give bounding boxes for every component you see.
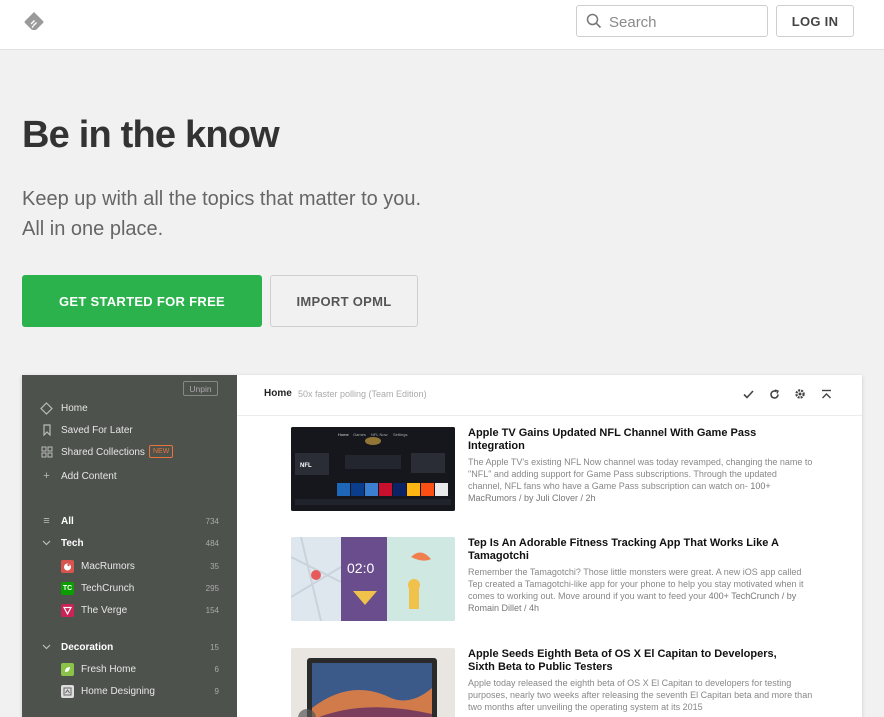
macrumors-icon bbox=[61, 559, 74, 573]
plus-icon: + bbox=[43, 470, 50, 482]
refresh-icon[interactable] bbox=[767, 387, 781, 401]
unread-count: 295 bbox=[205, 583, 219, 593]
sidebar-feed-fresh-home[interactable]: Fresh Home 6 bbox=[22, 660, 237, 678]
search-icon bbox=[586, 13, 602, 29]
unread-count: 9 bbox=[214, 686, 219, 696]
sidebar-item-label: Shared Collections bbox=[61, 446, 145, 458]
import-opml-button[interactable]: IMPORT OPML bbox=[270, 275, 418, 327]
new-badge: NEW bbox=[149, 445, 174, 458]
sidebar-item-label: The Verge bbox=[81, 604, 128, 616]
bookmark-icon bbox=[40, 424, 53, 437]
preview-sidebar: Unpin Home Saved For Later Shared Collec… bbox=[22, 375, 237, 717]
article-thumbnail bbox=[291, 648, 455, 717]
unread-count: 6 bbox=[214, 664, 219, 674]
tv-logo-text: NFL bbox=[300, 463, 312, 469]
main-header: Home 50x faster polling (Team Edition) bbox=[237, 375, 862, 416]
chevron-down-icon bbox=[40, 537, 53, 550]
freshhome-icon bbox=[61, 662, 74, 676]
sidebar-feed-techcrunch[interactable]: TC TechCrunch 295 bbox=[22, 579, 237, 597]
unread-count: 734 bbox=[205, 516, 219, 526]
list-icon: ≡ bbox=[43, 515, 50, 527]
unpin-button[interactable]: Unpin bbox=[183, 381, 218, 396]
collapse-top-icon[interactable] bbox=[819, 387, 833, 401]
techcrunch-icon: TC bbox=[61, 581, 74, 595]
article-thumbnail: 02:0 bbox=[291, 537, 455, 621]
article-meta: MacRumors / by Juli Clover / 2h bbox=[468, 493, 596, 503]
article-count: 400+ bbox=[708, 591, 729, 601]
login-button[interactable]: LOG IN bbox=[776, 5, 854, 37]
chevron-down-icon bbox=[40, 641, 53, 654]
get-started-button[interactable]: GET STARTED FOR FREE bbox=[22, 275, 262, 327]
sidebar-category-decoration[interactable]: Decoration 15 bbox=[22, 638, 237, 656]
article-summary-text: Apple today released the eighth beta of … bbox=[468, 678, 813, 712]
sidebar-item-label: Tech bbox=[61, 537, 84, 549]
sidebar-item-shared-collections[interactable]: Shared Collections NEW bbox=[22, 443, 237, 461]
sidebar-category-tech[interactable]: Tech 484 bbox=[22, 534, 237, 552]
sidebar-item-label: Decoration bbox=[61, 641, 114, 653]
home-icon bbox=[40, 401, 53, 415]
sidebar-item-label: Fresh Home bbox=[81, 663, 137, 675]
sidebar-feed-home-designing[interactable]: Home Designing 9 bbox=[22, 682, 237, 700]
top-bar: LOG IN bbox=[0, 0, 884, 50]
article-title[interactable]: Apple TV Gains Updated NFL Channel With … bbox=[468, 427, 803, 453]
app-preview: Unpin Home Saved For Later Shared Collec… bbox=[22, 375, 862, 717]
article-summary: The Apple TV's existing NFL Now channel … bbox=[468, 456, 813, 504]
sidebar-item-home[interactable]: Home bbox=[22, 399, 237, 417]
sidebar-item-all[interactable]: ≡ All 734 bbox=[22, 512, 237, 530]
sidebar-item-label: Add Content bbox=[61, 470, 117, 482]
article-title[interactable]: Tep Is An Adorable Fitness Tracking App … bbox=[468, 537, 803, 563]
article-item[interactable]: Home Games NFL Now Settings NFL Apple TV… bbox=[291, 427, 821, 517]
article-summary: Apple today released the eighth beta of … bbox=[468, 677, 813, 717]
sidebar-item-label: MacRumors bbox=[81, 560, 135, 572]
hero-subtitle-line-2: All in one place. bbox=[22, 218, 164, 240]
preview-main: Home 50x faster polling (Team Edition) H… bbox=[237, 375, 862, 717]
hero-subtitle-line-1: Keep up with all the topics that matter … bbox=[22, 188, 422, 210]
tv-tab-1: Games bbox=[353, 432, 366, 437]
article-title[interactable]: Apple Seeds Eighth Beta of OS X El Capit… bbox=[468, 648, 803, 674]
unread-count: 484 bbox=[205, 538, 219, 548]
sidebar-item-saved[interactable]: Saved For Later bbox=[22, 421, 237, 439]
sidebar-item-add-content[interactable]: + Add Content bbox=[22, 467, 237, 485]
tv-tab-3: Settings bbox=[393, 432, 407, 437]
check-icon[interactable] bbox=[741, 387, 755, 401]
page-title: Home bbox=[264, 388, 292, 399]
unread-count: 154 bbox=[205, 605, 219, 615]
sidebar-item-label: TechCrunch bbox=[81, 582, 135, 594]
sidebar-item-label: Home Designing bbox=[81, 685, 155, 697]
article-thumbnail: Home Games NFL Now Settings NFL bbox=[291, 427, 455, 511]
page-subtitle: 50x faster polling (Team Edition) bbox=[298, 389, 427, 399]
sidebar-item-label: Saved For Later bbox=[61, 424, 133, 436]
unread-count: 15 bbox=[210, 642, 219, 652]
search-input[interactable] bbox=[609, 12, 759, 32]
tv-tab-2: NFL Now bbox=[371, 432, 388, 437]
article-item[interactable]: Apple Seeds Eighth Beta of OS X El Capit… bbox=[291, 648, 821, 717]
article-item[interactable]: 02:0 Tep Is An Adorable Fitness Tracking… bbox=[291, 537, 821, 627]
feedly-logo-icon[interactable] bbox=[23, 11, 45, 33]
article-count: 100+ bbox=[750, 481, 771, 491]
gear-icon[interactable] bbox=[793, 387, 807, 401]
tv-tab-0: Home bbox=[338, 432, 349, 437]
sidebar-feed-macrumors[interactable]: MacRumors 35 bbox=[22, 557, 237, 575]
homedesigning-icon bbox=[61, 684, 74, 698]
hero-title: Be in the know bbox=[22, 114, 280, 156]
article-summary: Remember the Tamagotchi? Those little mo… bbox=[468, 566, 813, 614]
unread-count: 35 bbox=[210, 561, 219, 571]
collections-icon bbox=[40, 446, 53, 459]
tep-clock-text: 02:0 bbox=[347, 560, 374, 576]
hero-subtitle: Keep up with all the topics that matter … bbox=[22, 184, 421, 244]
sidebar-feed-the-verge[interactable]: The Verge 154 bbox=[22, 601, 237, 619]
verge-icon bbox=[61, 603, 74, 617]
search-box[interactable] bbox=[576, 5, 768, 37]
sidebar-item-label: Home bbox=[61, 402, 88, 414]
sidebar-item-label: All bbox=[61, 515, 74, 527]
